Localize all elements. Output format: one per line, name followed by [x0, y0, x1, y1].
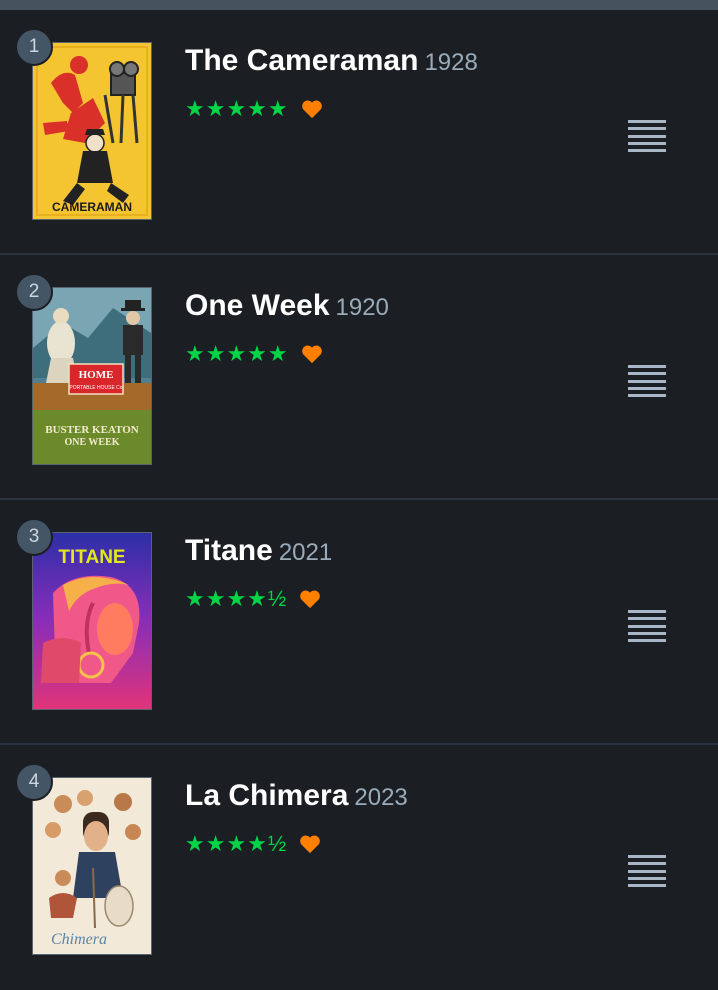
svg-text:CAMERAMAN: CAMERAMAN	[52, 200, 132, 214]
film-year[interactable]: 1928	[424, 49, 477, 76]
film-year[interactable]: 2021	[279, 539, 332, 566]
list-item[interactable]: 3 TITANE Titane 2021 ★★★★½	[0, 500, 718, 745]
film-year[interactable]: 1920	[336, 294, 389, 321]
svg-text:TITANE: TITANE	[58, 547, 125, 568]
list-item[interactable]: 2 HOME PORTABLE HOUSE Co BUSTER KEATON O…	[0, 255, 718, 500]
svg-text:Chimera: Chimera	[51, 931, 107, 948]
rating: ★★★★½	[185, 586, 321, 612]
poster-titane-image: TITANE	[33, 533, 151, 709]
svg-text:BUSTER KEATON: BUSTER KEATON	[45, 424, 138, 436]
heart-icon	[301, 345, 322, 364]
drag-handle-icon[interactable]	[628, 610, 666, 642]
rank-badge: 4	[15, 763, 53, 801]
heart-icon	[300, 590, 321, 609]
drag-handle-icon[interactable]	[628, 855, 666, 887]
film-poster[interactable]: HOME PORTABLE HOUSE Co BUSTER KEATON ONE…	[32, 287, 152, 465]
film-poster[interactable]: Chimera	[32, 777, 152, 955]
film-title-line[interactable]: Titane 2021	[185, 534, 332, 568]
list-item[interactable]: 1 CAMERAMAN The Cameraman 1928 ★★★★★	[0, 10, 718, 255]
film-poster[interactable]: TITANE	[32, 532, 152, 710]
heart-icon	[300, 835, 321, 854]
heart-icon	[301, 100, 322, 119]
svg-text:ONE WEEK: ONE WEEK	[64, 437, 119, 448]
svg-text:HOME: HOME	[79, 369, 114, 381]
film-title-line[interactable]: One Week 1920	[185, 289, 389, 323]
film-year[interactable]: 2023	[354, 784, 407, 811]
film-title[interactable]: La Chimera	[185, 779, 348, 812]
film-title-line[interactable]: La Chimera 2023	[185, 779, 408, 813]
star-rating: ★★★★½	[185, 586, 288, 611]
film-title-line[interactable]: The Cameraman 1928	[185, 44, 478, 78]
film-title[interactable]: Titane	[185, 534, 273, 567]
film-title[interactable]: The Cameraman	[185, 44, 418, 77]
drag-handle-icon[interactable]	[628, 365, 666, 397]
poster-cameraman-image: CAMERAMAN	[33, 43, 151, 219]
film-list: 1 CAMERAMAN The Cameraman 1928 ★★★★★ 2 H…	[0, 10, 718, 990]
rank-badge: 2	[15, 273, 53, 311]
rank-badge: 1	[15, 28, 53, 66]
poster-la-chimera-image: Chimera	[33, 778, 151, 954]
star-rating: ★★★★★	[185, 341, 289, 366]
drag-handle-icon[interactable]	[628, 120, 666, 152]
poster-one-week-image: HOME PORTABLE HOUSE Co BUSTER KEATON ONE…	[33, 288, 151, 464]
star-rating: ★★★★½	[185, 831, 288, 856]
rating: ★★★★★	[185, 341, 323, 367]
list-item[interactable]: 4 Chimera La Chimera 2023 ★★★★½	[0, 745, 718, 990]
star-rating: ★★★★★	[185, 96, 289, 121]
top-bar	[0, 0, 718, 10]
film-title[interactable]: One Week	[185, 289, 330, 322]
rating: ★★★★½	[185, 831, 321, 857]
film-poster[interactable]: CAMERAMAN	[32, 42, 152, 220]
rank-badge: 3	[15, 518, 53, 556]
svg-text:PORTABLE HOUSE Co: PORTABLE HOUSE Co	[69, 385, 122, 391]
rating: ★★★★★	[185, 96, 323, 122]
